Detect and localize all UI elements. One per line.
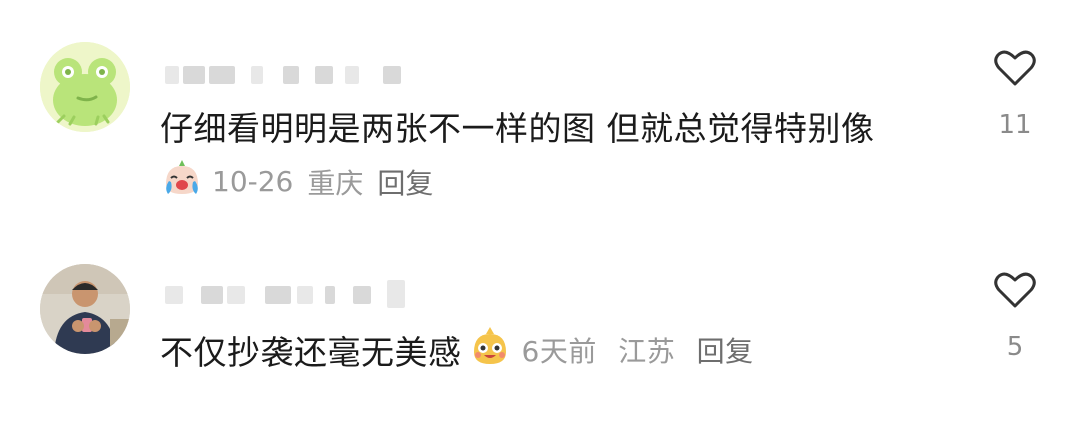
like-button[interactable]: 5 <box>990 270 1040 362</box>
comment-item: 仔细看明明是两张不一样的图 但就总觉得特别像 10-26 重庆 回复 11 <box>0 0 1080 210</box>
like-button[interactable]: 11 <box>990 48 1040 140</box>
comment-text: 不仅抄袭还毫无美感 <box>160 333 462 372</box>
comment-meta: 6天前 江苏 回复 <box>522 330 766 370</box>
reply-button[interactable]: 回复 <box>377 162 433 202</box>
reply-button[interactable]: 回复 <box>697 335 754 368</box>
crying-emoji-icon <box>160 158 204 205</box>
comment-date: 10-26 <box>212 165 294 198</box>
username-blurred[interactable] <box>165 280 415 308</box>
avatar[interactable] <box>40 42 130 132</box>
smiling-emoji-icon <box>468 324 512 376</box>
like-count: 11 <box>998 110 1032 140</box>
man-photo-avatar-icon <box>40 264 130 354</box>
username-blurred[interactable] <box>165 66 405 88</box>
comment-text: 仔细看明明是两张不一样的图 但就总觉得特别像 <box>160 109 875 148</box>
comment-item: 不仅抄袭还毫无美感 6天前 江苏 回复 5 <box>0 210 1080 428</box>
avatar[interactable] <box>40 264 130 354</box>
green-frog-avatar-icon <box>40 42 130 132</box>
heart-icon <box>994 272 1036 308</box>
comment-location: 江苏 <box>618 335 676 368</box>
comment-location: 重庆 <box>307 166 364 200</box>
comment-text-row: 不仅抄袭还毫无美感 6天前 江苏 回复 <box>160 324 766 376</box>
comment-date: 6天前 <box>521 335 597 368</box>
comment-meta: 10-26 重庆 回复 <box>160 158 447 205</box>
heart-icon <box>994 50 1036 86</box>
like-count: 5 <box>1006 332 1024 362</box>
